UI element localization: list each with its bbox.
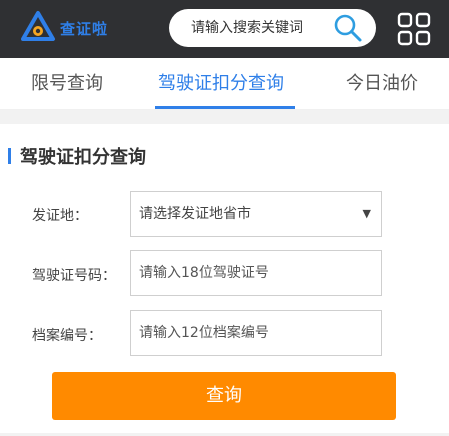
dropdown-arrow-icon: ▼	[362, 207, 371, 220]
menu-button[interactable]	[396, 11, 432, 47]
tab-bar: 限号查询 驾驶证扣分查询 今日油价	[0, 58, 449, 110]
tab-oil-price[interactable]: 今日油价	[346, 58, 418, 110]
issuing-place-label: 发证地：	[32, 208, 88, 224]
issuing-place-value: 请选择发证地省市	[139, 206, 251, 222]
query-button[interactable]: 查询	[52, 372, 396, 420]
logo-text: 查证啦	[60, 19, 109, 38]
license-number-input[interactable]	[131, 251, 381, 295]
file-number-input[interactable]	[131, 311, 381, 355]
license-number-box	[130, 250, 382, 296]
file-number-label: 档案编号：	[32, 328, 102, 344]
section-title: 驾驶证扣分查询	[20, 147, 146, 168]
grid-menu-icon	[397, 12, 431, 46]
active-tab-indicator	[155, 106, 295, 109]
section-title-marker	[8, 148, 11, 164]
tab-plate-restriction[interactable]: 限号查询	[31, 58, 103, 110]
section-divider	[0, 110, 449, 124]
tab-license-points[interactable]: 驾驶证扣分查询	[158, 58, 284, 110]
search-icon	[334, 14, 362, 42]
top-header: 查证啦	[0, 0, 449, 58]
search-input[interactable]	[191, 9, 331, 47]
issuing-place-select[interactable]: 请选择发证地省市 ▼	[130, 191, 382, 237]
search-bar	[169, 9, 376, 47]
license-number-label: 驾驶证号码：	[32, 268, 116, 284]
site-logo[interactable]: 查证啦	[20, 10, 120, 46]
logo-icon	[21, 11, 55, 41]
file-number-box	[130, 310, 382, 356]
search-button[interactable]	[331, 12, 365, 44]
